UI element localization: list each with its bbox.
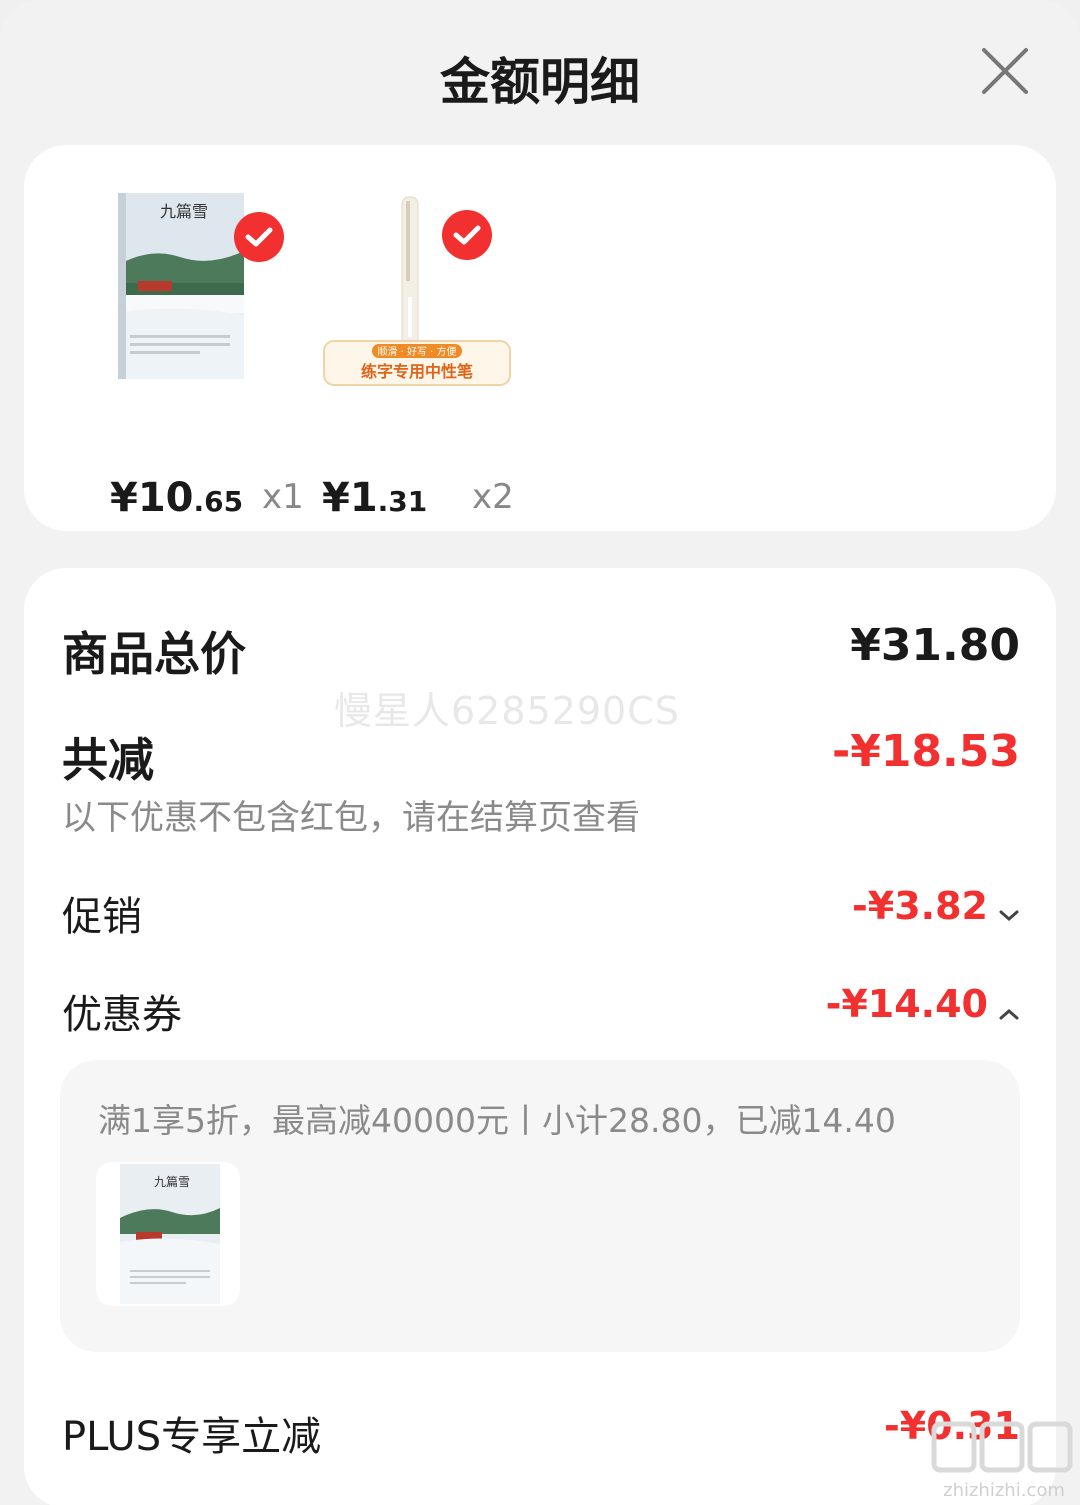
- amount-detail-sheet: 金额明细 九篇雪 ¥10.65 x1 顺滑 · 好写 · 方便 练字专用中性笔 …: [0, 0, 1080, 1505]
- promo-value: -¥3.82: [852, 884, 988, 928]
- pen-banner-main: 练字专用中性笔: [361, 362, 473, 381]
- promo-row-value[interactable]: -¥3.82: [852, 884, 1020, 930]
- coupon-value: -¥14.40: [825, 982, 988, 1026]
- price-detail-card: 商品总价 ¥31.80 慢星人6285290CS 共减 -¥18.53 以下优惠…: [24, 568, 1056, 1505]
- price-integer: ¥10: [110, 475, 194, 521]
- discount-label: 共减: [62, 733, 154, 787]
- book-cover-title: 九篇雪: [160, 202, 208, 221]
- coupon-product-thumbnail: 九篇雪: [96, 1162, 240, 1306]
- total-label: 商品总价: [62, 627, 246, 681]
- price-decimal: .31: [377, 485, 428, 518]
- price-decimal: .65: [193, 485, 244, 518]
- chevron-down-icon[interactable]: [998, 900, 1020, 930]
- coupon-detail-box: 满1享5折，最高减40000元丨小计28.80，已减14.40 九篇雪: [60, 1060, 1020, 1352]
- site-watermark-logo: zhizhizhi.com: [928, 1420, 1080, 1505]
- product-price: ¥10.65: [110, 475, 243, 521]
- selected-check-icon[interactable]: [442, 210, 492, 260]
- coupon-thumb-cover-title: 九篇雪: [154, 1174, 190, 1189]
- site-watermark-text: zhizhizhi.com: [943, 1480, 1065, 1501]
- chevron-up-icon[interactable]: [998, 998, 1020, 1028]
- product-price: ¥1.31: [322, 475, 427, 521]
- sheet-title: 金额明细: [440, 53, 640, 111]
- discount-note: 以下优惠不包含红包，请在结算页查看: [62, 798, 640, 838]
- close-icon[interactable]: [978, 44, 1032, 98]
- products-card: 九篇雪 ¥10.65 x1 顺滑 · 好写 · 方便 练字专用中性笔 ¥1.31…: [24, 145, 1056, 531]
- product-quantity: x2: [472, 477, 514, 517]
- price-integer: ¥1: [322, 475, 378, 521]
- product-quantity: x1: [262, 477, 304, 517]
- sheet-header: 金额明细: [0, 0, 1080, 145]
- discount-value: -¥18.53: [831, 726, 1020, 777]
- pen-banner-top: 顺滑 · 好写 · 方便: [377, 345, 456, 358]
- promo-label: 促销: [62, 894, 142, 940]
- coupon-detail-text: 满1享5折，最高减40000元丨小计28.80，已减14.40: [98, 1101, 896, 1140]
- total-value: ¥31.80: [850, 620, 1020, 671]
- user-watermark: 慢星人6285290CS: [334, 689, 680, 733]
- selected-check-icon[interactable]: [234, 212, 284, 262]
- plus-label: PLUS专享立减: [62, 1414, 322, 1460]
- coupon-row-value[interactable]: -¥14.40: [826, 982, 1020, 1028]
- coupon-label: 优惠券: [62, 992, 182, 1038]
